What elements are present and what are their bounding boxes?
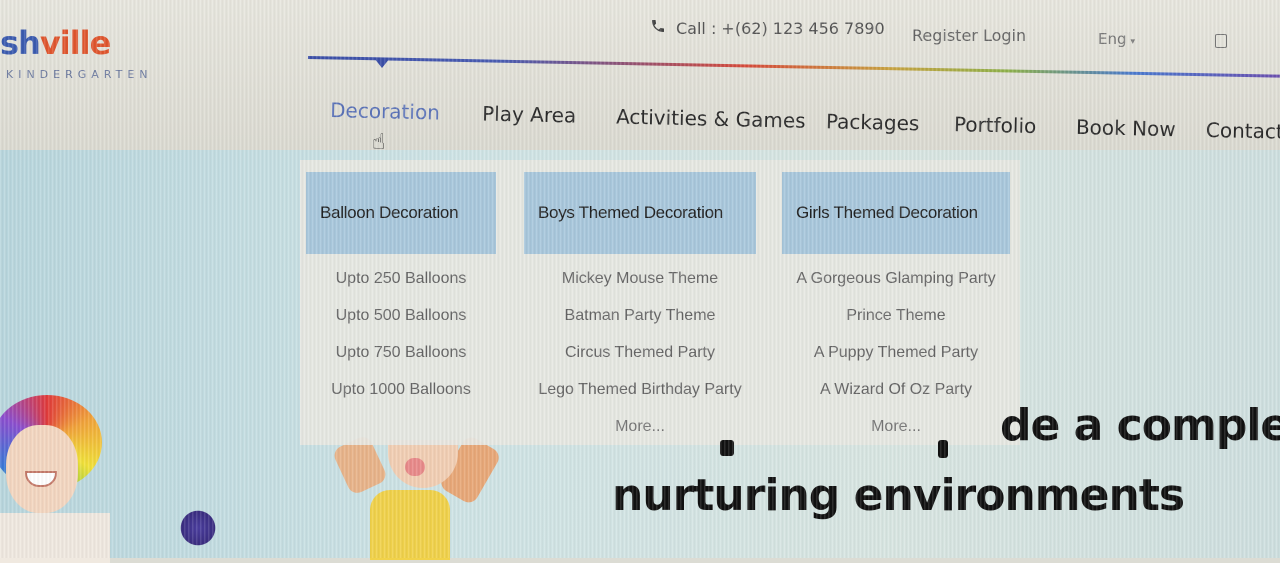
- menu-link[interactable]: Prince Theme: [782, 297, 1010, 334]
- menu-link[interactable]: Upto 500 Balloons: [306, 297, 496, 334]
- language-label: Eng: [1098, 30, 1127, 48]
- child-tongue: [405, 458, 425, 476]
- cart-icon[interactable]: [1215, 34, 1227, 48]
- menu-link[interactable]: A Wizard Of Oz Party: [782, 371, 1010, 408]
- menu-column-boys: Boys Themed Decoration Mickey Mouse Them…: [524, 172, 756, 445]
- phone-number: Call : +(62) 123 456 7890: [676, 18, 885, 38]
- nav-portfolio[interactable]: Portfolio: [954, 112, 1037, 138]
- chevron-down-icon: ▾: [1130, 37, 1136, 47]
- menu-more-link-girls[interactable]: More...: [782, 408, 1010, 445]
- phone-icon: [650, 18, 666, 38]
- hero-child-image-2: [330, 433, 510, 560]
- menu-link[interactable]: Circus Themed Party: [524, 334, 756, 371]
- menu-column-girls: Girls Themed Decoration A Gorgeous Glamp…: [782, 172, 1012, 445]
- menu-link[interactable]: Mickey Mouse Theme: [524, 260, 756, 297]
- menu-links-girls: A Gorgeous Glamping Party Prince Theme A…: [782, 260, 1010, 445]
- menu-column-balloon: Balloon Decoration Upto 250 Balloons Upt…: [306, 172, 536, 408]
- menu-link[interactable]: Lego Themed Birthday Party: [524, 371, 756, 408]
- menu-links-balloon: Upto 250 Balloons Upto 500 Balloons Upto…: [306, 260, 496, 408]
- language-selector[interactable]: Eng ▾: [1098, 30, 1135, 48]
- nav-play-area[interactable]: Play Area: [482, 101, 577, 127]
- menu-link[interactable]: A Puppy Themed Party: [782, 334, 1010, 371]
- hero-child-image: [0, 395, 110, 563]
- child-body: [0, 513, 110, 563]
- nav-packages[interactable]: Packages: [826, 109, 920, 135]
- phone-contact[interactable]: Call : +(62) 123 456 7890: [650, 18, 885, 38]
- decoration-mega-menu: Balloon Decoration Upto 250 Balloons Upt…: [300, 160, 1020, 445]
- child-shirt: [370, 490, 450, 560]
- menu-link[interactable]: Upto 750 Balloons: [306, 334, 496, 371]
- toy-figure-image: [178, 508, 218, 548]
- logo-text-part1: sh: [0, 24, 41, 62]
- nav-activities-games[interactable]: Activities & Games: [616, 104, 806, 132]
- child-face: [6, 425, 78, 513]
- menu-heading-balloon-decoration[interactable]: Balloon Decoration: [306, 172, 496, 254]
- logo-text-part2: ville: [39, 24, 111, 62]
- menu-links-boys: Mickey Mouse Theme Batman Party Theme Ci…: [524, 260, 756, 445]
- menu-link[interactable]: A Gorgeous Glamping Party: [782, 260, 1010, 297]
- nav-book-now[interactable]: Book Now: [1076, 115, 1176, 141]
- nav-contact[interactable]: Contact: [1206, 118, 1280, 144]
- menu-link[interactable]: Upto 250 Balloons: [306, 260, 496, 297]
- logo-tagline: KINDERGARTEN: [6, 68, 153, 81]
- menu-link[interactable]: Upto 1000 Balloons: [306, 371, 496, 408]
- nav-decoration[interactable]: Decoration: [330, 98, 440, 124]
- hero-glyph-fragment: [938, 440, 948, 458]
- menu-link[interactable]: Batman Party Theme: [524, 297, 756, 334]
- menu-heading-girls-themed[interactable]: Girls Themed Decoration: [782, 172, 1010, 254]
- hero-heading-line2: nurturing environments: [612, 470, 1185, 521]
- active-nav-marker: [374, 58, 390, 68]
- register-login-link[interactable]: Register Login: [912, 26, 1026, 45]
- top-bar: Call : +(62) 123 456 7890 Register Login…: [650, 18, 1250, 48]
- menu-heading-boys-themed[interactable]: Boys Themed Decoration: [524, 172, 756, 254]
- hero-glyph-fragment: [720, 440, 734, 456]
- site-logo[interactable]: shville: [0, 24, 111, 62]
- hand-cursor-icon: ☝: [372, 130, 386, 155]
- hero-heading-line1: de a complet: [1000, 400, 1280, 451]
